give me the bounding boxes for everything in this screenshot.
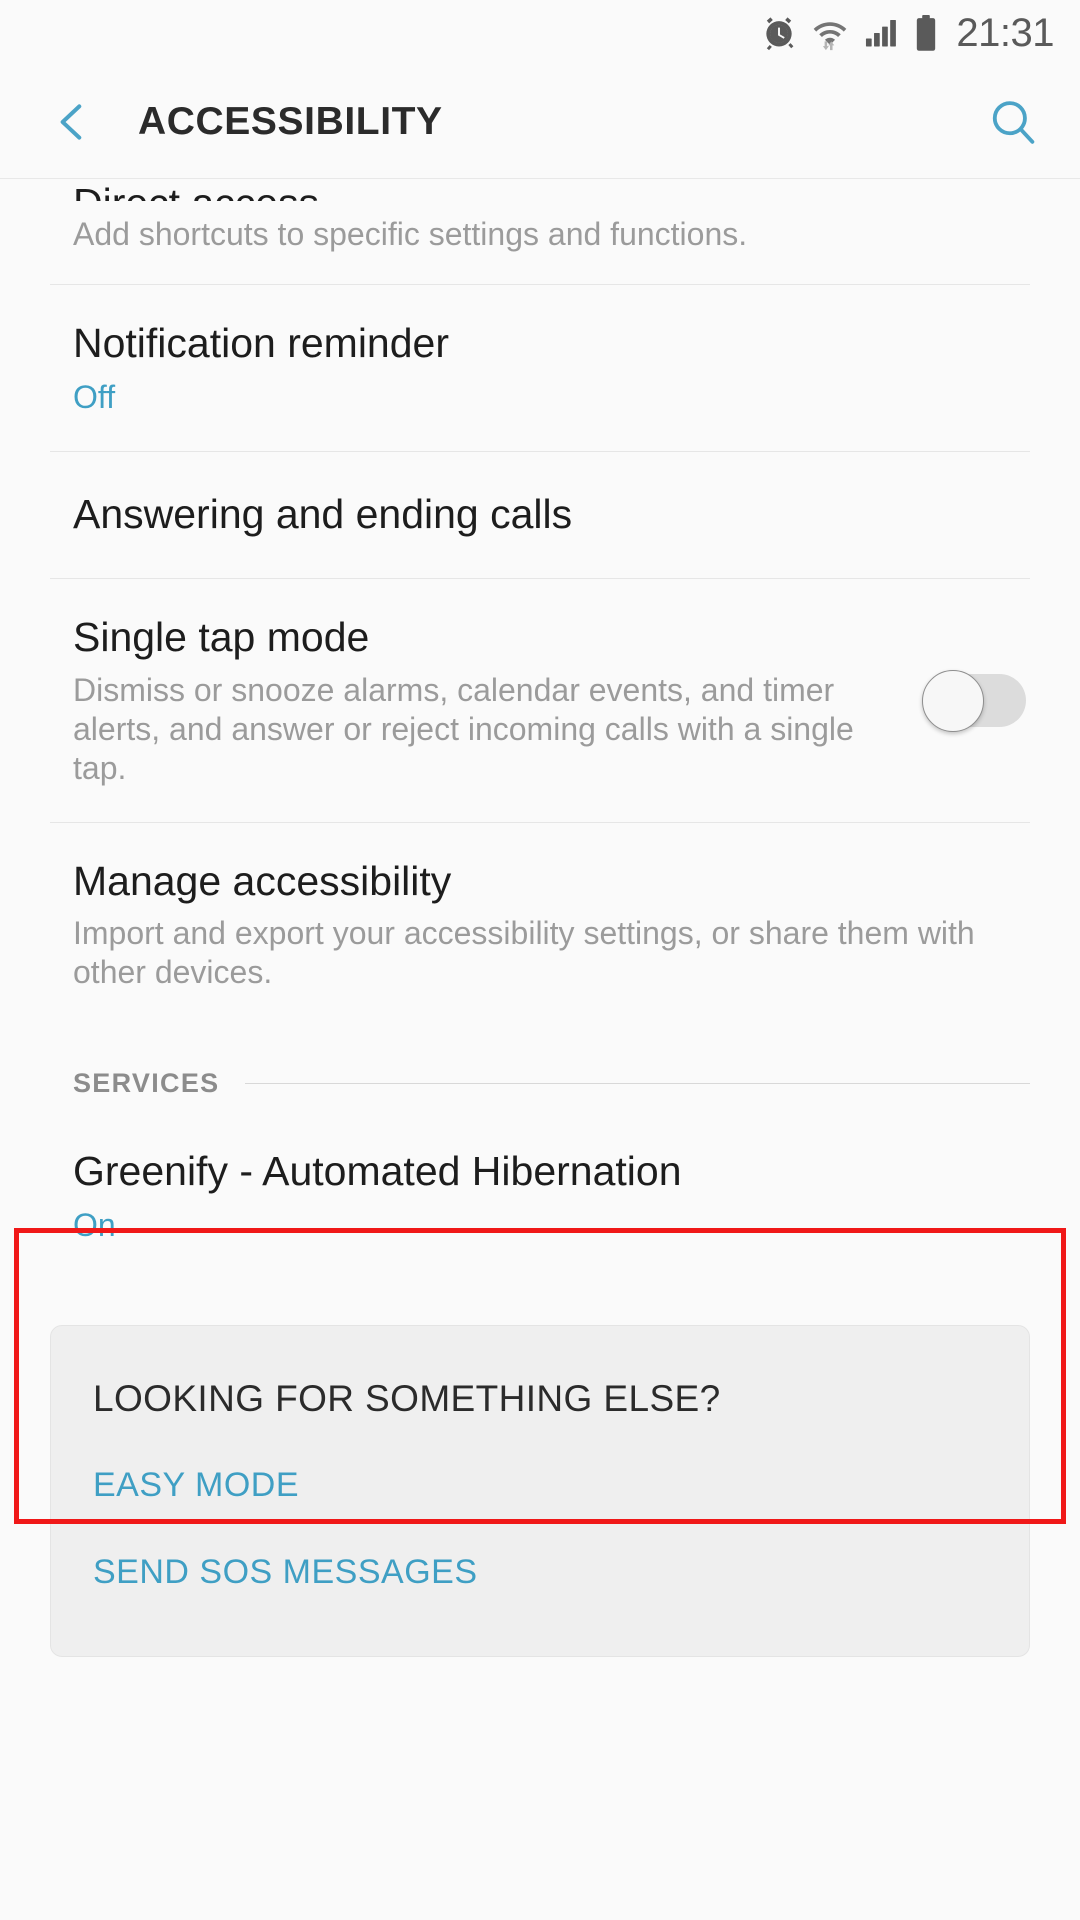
list-item-title: Greenify - Automated Hibernation (73, 1148, 682, 1195)
list-item-description: Dismiss or snooze alarms, calendar event… (73, 671, 854, 786)
back-button[interactable] (44, 94, 100, 150)
cellular-signal-icon (862, 14, 900, 52)
list-item-description: Import and export your accessibility set… (73, 915, 975, 991)
app-bar: ACCESSIBILITY (0, 66, 1080, 179)
settings-list: Direct access Add shortcuts to specific … (0, 179, 1080, 1279)
section-rule (245, 1083, 1030, 1085)
list-item-title: Answering and ending calls (73, 490, 573, 537)
services-section-header: SERVICES (0, 1026, 1080, 1099)
list-item-answering-ending-calls[interactable]: Answering and ending calls (0, 451, 1080, 579)
list-item-status: On (73, 1207, 116, 1244)
toggle-knob (922, 669, 984, 732)
list-item-greenify-automated-hibernation[interactable]: Greenify - Automated Hibernation On (0, 1099, 1080, 1279)
list-item-description: Add shortcuts to specific settings and f… (73, 216, 748, 252)
list-item-notification-reminder[interactable]: Notification reminder Off (0, 285, 1080, 451)
send-sos-messages-link[interactable]: SEND SOS MESSAGES (51, 1553, 1029, 1592)
list-item-manage-accessibility[interactable]: Manage accessibility Import and export y… (0, 822, 1080, 1027)
list-item-direct-access[interactable]: Direct access Add shortcuts to specific … (0, 179, 1080, 285)
battery-icon (913, 14, 939, 52)
services-section-label: SERVICES (73, 1068, 220, 1099)
easy-mode-link[interactable]: EASY MODE (51, 1466, 1029, 1505)
list-item-title: Manage accessibility (73, 857, 452, 904)
footer-card-title: LOOKING FOR SOMETHING ELSE? (93, 1377, 721, 1419)
list-item-title: Single tap mode (73, 614, 370, 661)
list-item-status: Off (73, 379, 116, 416)
search-button[interactable] (982, 91, 1044, 153)
list-item-title: Notification reminder (73, 320, 449, 367)
page-title: ACCESSIBILITY (138, 100, 443, 143)
list-item-title: Direct access (73, 179, 1032, 201)
status-bar: 21:31 (0, 0, 1080, 66)
alarm-clock-icon (760, 14, 798, 52)
list-item-single-tap-mode[interactable]: Single tap mode Dismiss or snooze alarms… (0, 579, 1080, 822)
phone-screen: 21:31 ACCESSIBILITY Direct access Add sh… (0, 0, 1080, 1920)
wifi-icon (811, 14, 849, 52)
looking-for-something-else-card: LOOKING FOR SOMETHING ELSE? EASY MODE SE… (50, 1324, 1030, 1657)
status-time: 21:31 (956, 10, 1054, 55)
single-tap-mode-toggle[interactable] (922, 669, 1026, 732)
